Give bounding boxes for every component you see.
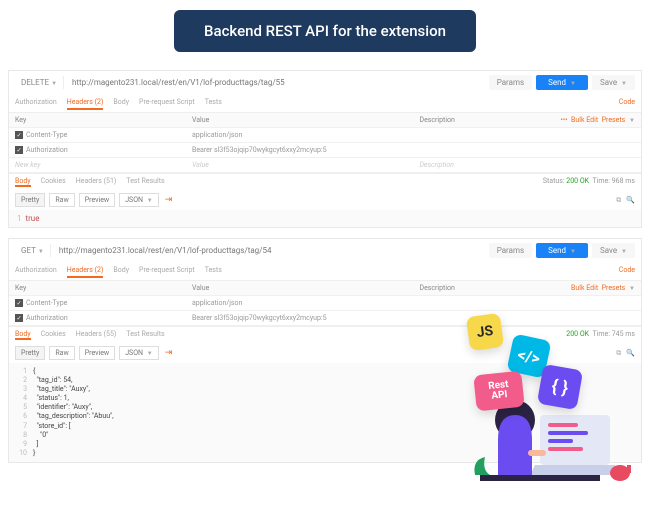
url-input[interactable]: http://magento231.local/rest/en/V1/lof-p… [55,244,485,257]
response-tabs: Body Cookies Headers (55) Test Results 2… [9,326,641,343]
tab-tests[interactable]: Tests [205,264,222,278]
method-select[interactable]: DELETE▼ [15,76,64,89]
col-value: Value [186,113,414,127]
save-button[interactable]: Save ▼ [592,243,635,258]
raw-button[interactable]: Raw [49,346,74,360]
bulk-edit-link[interactable]: Bulk Edit [571,284,598,292]
pretty-button[interactable]: Pretty [15,346,45,360]
header-row: ✓Content-Type application/json [9,296,641,311]
wrap-icon[interactable]: ⇥ [165,348,173,358]
presets-link[interactable]: Presets [602,284,626,292]
header-key[interactable]: Content-Type [26,299,67,307]
tab-tests[interactable]: Tests [205,96,222,110]
headers-header-row: Key Value Description ••• Bulk Edit Pres… [9,113,641,128]
code-link[interactable]: Code [619,264,635,278]
header-key[interactable]: Authorization [26,146,68,154]
header-row: ✓Authorization Bearer sl3f53ojqip70wykgc… [9,143,641,158]
checkbox-icon[interactable]: ✓ [15,314,23,322]
response-body: 1 true [9,210,641,227]
request-panel-get: GET▼ http://magento231.local/rest/en/V1/… [8,238,642,463]
header-value[interactable]: application/json [186,296,414,310]
header-value[interactable]: Bearer sl3f53ojqip70wykgcyt6xxy2mcyup:5 [186,311,414,325]
format-select[interactable]: JSON ▼ [119,193,159,207]
status-text: 200 OK Time: 745 ms [566,330,635,340]
checkbox-icon[interactable]: ✓ [15,146,23,154]
col-key: Key [9,113,186,127]
request-tabs: Authorization Headers (2) Body Pre-reque… [9,262,641,281]
header-actions: ••• Bulk Edit Presets ▼ [540,113,641,127]
tab-prerequest[interactable]: Pre-request Script [139,264,195,278]
tab-authorization[interactable]: Authorization [15,96,57,110]
restab-cookies[interactable]: Cookies [41,330,66,340]
pretty-button[interactable]: Pretty [15,193,45,207]
restab-testresults[interactable]: Test Results [126,330,164,340]
send-button[interactable]: Send ▼ [536,75,588,90]
copy-icon[interactable]: ⧉ [616,196,621,205]
pretty-bar: Pretty Raw Preview JSON ▼ ⇥ ⧉ 🔍 [9,343,641,363]
restab-body[interactable]: Body [15,177,31,187]
preview-button[interactable]: Preview [79,346,115,360]
save-button[interactable]: Save ▼ [592,75,635,90]
header-value[interactable]: application/json [186,128,414,142]
response-tabs: Body Cookies Headers (51) Test Results S… [9,173,641,190]
page-title: Backend REST API for the extension [174,10,476,52]
params-button[interactable]: Params [489,243,532,258]
pretty-bar: Pretty Raw Preview JSON ▼ ⇥ ⧉ 🔍 [9,190,641,210]
wrap-icon[interactable]: ⇥ [165,195,173,205]
headers-header-row: Key Value Description Bulk Edit Presets … [9,281,641,296]
header-value[interactable]: Bearer sl3f53ojqip70wykgcyt6xxy2mcyup:5 [186,143,414,157]
restab-cookies[interactable]: Cookies [41,177,66,187]
format-select[interactable]: JSON ▼ [119,346,159,360]
checkbox-icon[interactable]: ✓ [15,131,23,139]
restab-headers[interactable]: Headers (55) [76,330,117,340]
search-icon[interactable]: 🔍 [626,196,635,205]
tab-authorization[interactable]: Authorization [15,264,57,278]
chevron-down-icon: ▼ [621,80,627,87]
restab-body[interactable]: Body [15,330,31,340]
header-key[interactable]: Content-Type [26,131,67,139]
header-row: ✓Content-Type application/json [9,128,641,143]
code-link[interactable]: Code [619,96,635,110]
tab-headers[interactable]: Headers (2) [67,264,104,278]
presets-link[interactable]: Presets [602,116,626,124]
status-text: Status: 200 OK Time: 968 ms [543,177,635,187]
raw-button[interactable]: Raw [49,193,74,207]
tab-prerequest[interactable]: Pre-request Script [139,96,195,110]
method-select[interactable]: GET▼ [15,244,51,257]
header-row-new[interactable]: New key Value Description [9,158,641,173]
tab-body[interactable]: Body [113,264,129,278]
response-body-json: 1{ 2 "tag_id": 54, 3 "tag_title": "Auxy"… [9,363,641,462]
restab-testresults[interactable]: Test Results [126,177,164,187]
restab-headers[interactable]: Headers (51) [76,177,117,187]
col-desc: Description [413,113,539,127]
search-icon[interactable]: 🔍 [626,349,635,358]
params-button[interactable]: Params [489,75,532,90]
send-button[interactable]: Send ▼ [536,243,588,258]
request-panel-delete: DELETE▼ http://magento231.local/rest/en/… [8,70,642,228]
bulk-edit-link[interactable]: Bulk Edit [571,116,598,124]
url-input[interactable]: http://magento231.local/rest/en/V1/lof-p… [68,76,485,89]
preview-button[interactable]: Preview [79,193,115,207]
chevron-down-icon: ▼ [38,248,44,255]
tab-body[interactable]: Body [113,96,129,110]
request-tabs: Authorization Headers (2) Body Pre-reque… [9,94,641,113]
copy-icon[interactable]: ⧉ [616,349,621,358]
chevron-down-icon: ▼ [51,80,57,87]
header-key[interactable]: Authorization [26,314,68,322]
checkbox-icon[interactable]: ✓ [15,299,23,307]
chevron-down-icon: ▼ [570,80,576,87]
tab-headers[interactable]: Headers (2) [67,96,104,110]
header-row: ✓Authorization Bearer sl3f53ojqip70wykgc… [9,311,641,326]
